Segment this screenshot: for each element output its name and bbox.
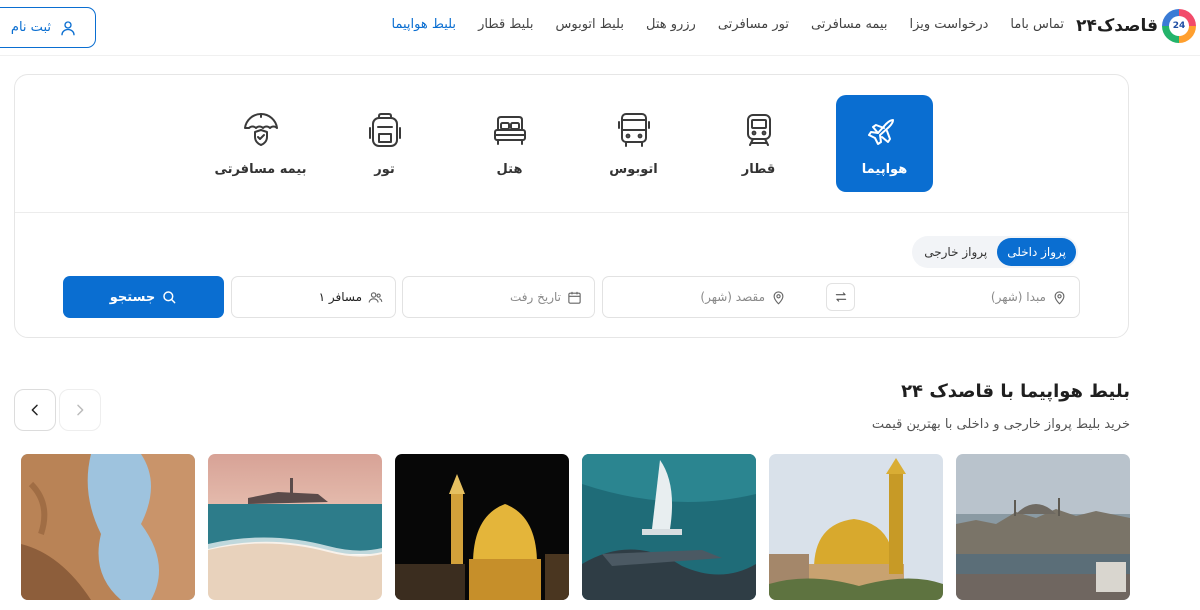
origin-input[interactable] xyxy=(896,290,1046,304)
brand-logo-text: قاصدک۲۴ xyxy=(1076,16,1158,36)
swap-icon xyxy=(835,292,846,302)
brand-logo[interactable]: قاصدک۲۴ 24 xyxy=(1076,8,1196,44)
date-field[interactable] xyxy=(402,276,595,318)
tab-flight[interactable]: هواپیما xyxy=(836,95,933,192)
destination-card[interactable] xyxy=(395,454,569,600)
passengers-value: ۱ مسافر xyxy=(318,290,362,304)
istanbul-photo xyxy=(956,454,1130,600)
brand-logo-badge: 24 xyxy=(1172,21,1186,31)
date-input[interactable] xyxy=(411,290,561,304)
location-pin-icon xyxy=(773,290,784,305)
section-subtitle: خرید بلیط پرواز خارجی و داخلی با بهترین … xyxy=(871,417,1130,432)
tab-hotel[interactable]: هتل xyxy=(461,95,558,192)
brand-logo-mark: 24 xyxy=(1162,9,1196,43)
train-icon xyxy=(746,114,771,146)
tab-bus[interactable]: اتوبوس xyxy=(585,95,682,192)
location-pin-icon xyxy=(1054,290,1065,305)
nav-item-train[interactable]: بلیط قطار xyxy=(478,17,533,32)
dubai-photo xyxy=(582,454,756,600)
nav-item-bus[interactable]: بلیط اتوبوس xyxy=(556,17,624,32)
tab-insurance[interactable]: بیمه مسافرتی xyxy=(212,95,309,192)
carousel-prev-button[interactable] xyxy=(14,389,56,431)
tab-tour[interactable]: تور xyxy=(336,95,433,192)
karbala-shrine-photo xyxy=(769,454,943,600)
destination-card[interactable] xyxy=(956,454,1130,600)
trip-type-international[interactable]: پرواز خارجی xyxy=(914,238,997,266)
nav-item-contact[interactable]: تماس باما xyxy=(1010,17,1064,32)
user-icon xyxy=(61,20,75,35)
tab-flight-label: هواپیما xyxy=(861,162,908,177)
backpack-icon xyxy=(368,113,401,147)
passengers-icon xyxy=(368,291,383,303)
calendar-icon xyxy=(568,291,581,304)
tab-tour-label: تور xyxy=(374,162,395,177)
signup-button[interactable]: ثبت نام xyxy=(0,7,96,48)
nav-item-insurance[interactable]: بیمه مسافرتی xyxy=(811,17,888,32)
airplane-icon xyxy=(867,119,894,145)
search-card: هواپیما قطار اتوبوس هتل تور بیمه مسافرتی… xyxy=(14,74,1129,338)
bed-icon xyxy=(493,116,526,145)
destination-card[interactable] xyxy=(208,454,382,600)
trip-type-toggle: پرواز داخلی پرواز خارجی xyxy=(912,236,1078,268)
qeshm-canyon-photo xyxy=(21,454,195,600)
bus-icon xyxy=(617,113,650,147)
signup-label: ثبت نام xyxy=(10,20,51,35)
search-icon xyxy=(163,291,176,304)
destination-input[interactable] xyxy=(615,290,765,304)
tab-train-label: قطار xyxy=(741,162,776,177)
tab-hotel-label: هتل xyxy=(496,162,523,177)
category-tabs: هواپیما قطار اتوبوس هتل تور بیمه مسافرتی xyxy=(15,75,1128,213)
top-header: قاصدک۲۴ 24 بلیط هواپیما بلیط قطار بلیط ا… xyxy=(0,0,1200,56)
tab-train[interactable]: قطار xyxy=(710,95,807,192)
search-button-label: جستجو xyxy=(109,289,156,305)
swap-cities-button[interactable] xyxy=(826,283,855,311)
mashhad-shrine-photo xyxy=(395,454,569,600)
trip-type-domestic[interactable]: پرواز داخلی xyxy=(997,238,1076,266)
destination-card[interactable] xyxy=(582,454,756,600)
destination-card[interactable] xyxy=(769,454,943,600)
nav-item-hotel[interactable]: رزرو هتل xyxy=(646,17,696,32)
nav-item-tour[interactable]: تور مسافرتی xyxy=(718,17,789,32)
search-button[interactable]: جستجو xyxy=(63,276,224,318)
destination-card[interactable] xyxy=(21,454,195,600)
nav-item-visa[interactable]: درخواست ویزا xyxy=(909,17,988,32)
main-nav: بلیط هواپیما بلیط قطار بلیط اتوبوس رزرو … xyxy=(392,17,1064,32)
chevron-right-icon xyxy=(77,404,84,416)
tab-bus-label: اتوبوس xyxy=(609,162,658,177)
chevron-left-icon xyxy=(31,404,38,416)
section-title: بلیط هواپیما با قاصدک ۲۴ xyxy=(901,381,1130,402)
kish-ship-photo xyxy=(208,454,382,600)
passengers-field[interactable]: ۱ مسافر xyxy=(231,276,396,318)
tab-insurance-label: بیمه مسافرتی xyxy=(214,162,307,177)
nav-item-flight[interactable]: بلیط هواپیما xyxy=(392,17,457,32)
umbrella-icon xyxy=(243,113,278,146)
carousel-next-button[interactable] xyxy=(59,389,101,431)
